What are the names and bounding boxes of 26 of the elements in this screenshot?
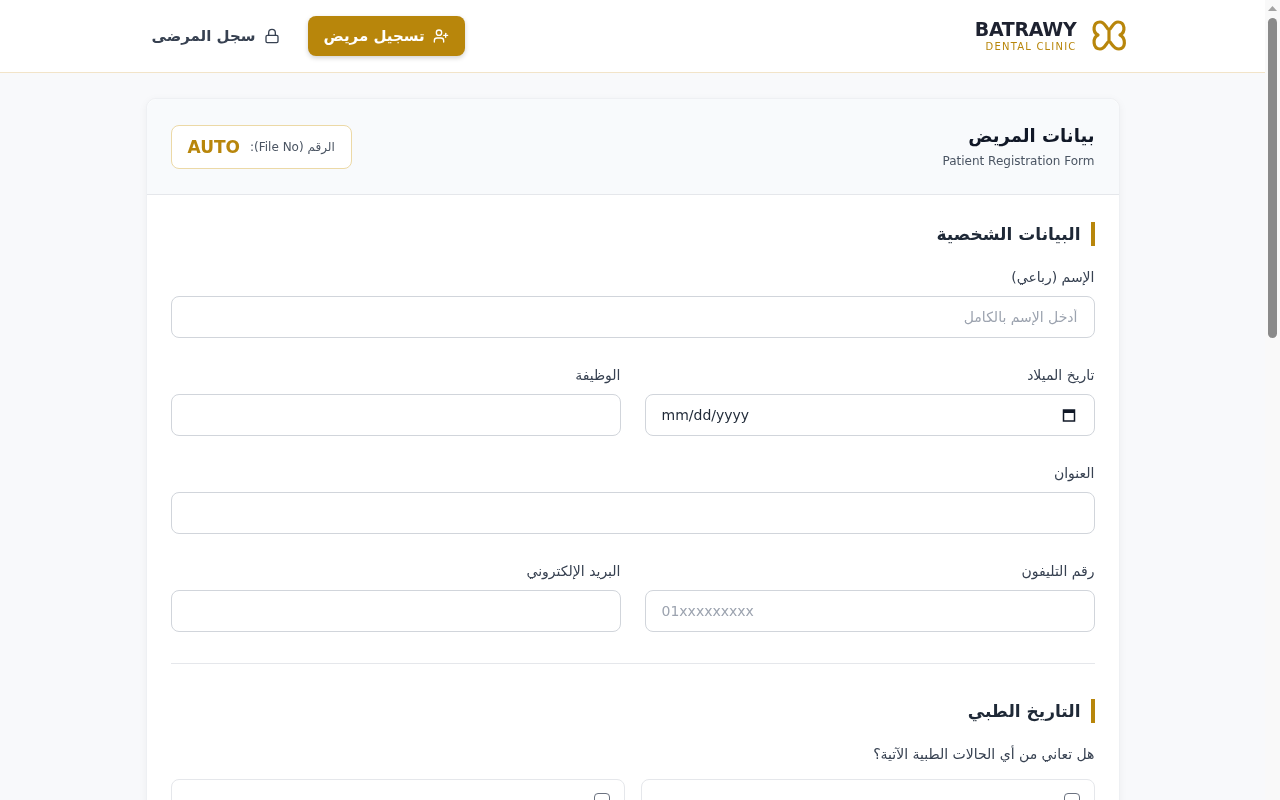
input-field[interactable] (170, 492, 1095, 534)
scroll-up-arrow-icon[interactable] (1268, 6, 1277, 11)
form-title: بيانات المريض (968, 124, 1095, 149)
lock-icon (263, 28, 280, 44)
field-label: الوظيفة (575, 366, 621, 385)
nav-link[interactable]: سجل المرضى (145, 16, 286, 56)
file-number-value: AUTO (187, 136, 240, 157)
file-number-label: الرقم (File No): (250, 139, 335, 154)
question-text: هل تعاني من أي الحالات الطبية الآتية؟ (872, 744, 1095, 764)
field-label: تاريخ الميلاد (1027, 366, 1095, 385)
brand-name: BATRAWY (974, 18, 1077, 40)
input-field[interactable] (170, 590, 621, 632)
calendar-icon[interactable] (1061, 408, 1076, 422)
user-plus-icon (432, 28, 449, 44)
scrollbar-thumb[interactable] (1268, 18, 1277, 338)
field-label: الإسم (رباعي) (1011, 268, 1095, 287)
input-field[interactable] (170, 394, 621, 436)
form-subtitle: Patient Registration Form (942, 153, 1095, 170)
section-heading: التاريخ الطبي (967, 699, 1095, 723)
field-label: رقم التليفون (1021, 562, 1095, 581)
section-heading: البيانات الشخصية (936, 222, 1095, 246)
date-field[interactable]: mm/dd/yyyy (644, 394, 1095, 436)
field-label: العنوان (1053, 464, 1095, 483)
brand-tagline: DENTAL CLINIC (985, 40, 1077, 54)
field-label: البريد الإلكتروني (526, 562, 621, 581)
input-field[interactable]: 01xxxxxxxxx (644, 590, 1095, 632)
